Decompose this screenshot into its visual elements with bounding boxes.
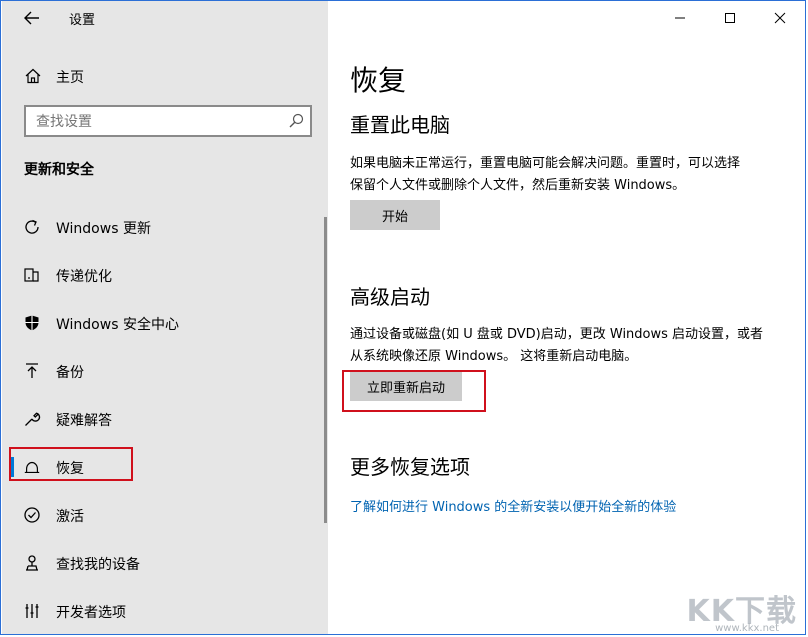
maximize-icon	[725, 13, 735, 23]
sidebar-item-label: 激活	[56, 509, 84, 525]
delivery-optimization-icon	[23, 266, 41, 284]
reset-pc-heading: 重置此电脑	[350, 113, 450, 137]
advanced-startup-heading: 高级启动	[350, 285, 430, 309]
sidebar-item-delivery-optimization[interactable]: 传递优化	[2, 255, 324, 295]
more-recovery-options-heading: 更多恢复选项	[350, 455, 470, 479]
watermark-url: www.kkx.net	[715, 623, 779, 634]
activation-check-icon	[23, 506, 41, 524]
developer-tools-icon	[23, 602, 41, 620]
reset-pc-description-line-2: 保留个人文件或删除个人文件，然后重新安装 Windows。	[350, 178, 686, 193]
main-content: 恢复 重置此电脑 如果电脑未正常运行，重置电脑可能会解决问题。重置时，可以选择 …	[328, 1, 805, 634]
advanced-startup-description-line-2: 从系统映像还原 Windows。 这将重新启动电脑。	[350, 349, 638, 364]
sidebar-item-troubleshoot[interactable]: 疑难解答	[2, 399, 324, 439]
reset-pc-description-line-1: 如果电脑未正常运行，重置电脑可能会解决问题。重置时，可以选择	[350, 156, 741, 171]
sidebar-item-label: Windows 更新	[56, 221, 151, 237]
titlebar-left: 设置	[2, 1, 328, 35]
close-button[interactable]	[755, 1, 805, 35]
app-title: 设置	[69, 13, 96, 28]
advanced-startup-description-line-1: 通过设备或磁盘(如 U 盘或 DVD)启动，更改 Windows 启动设置，或者	[350, 327, 764, 342]
sidebar-item-windows-update[interactable]: Windows 更新	[2, 207, 324, 247]
maximize-button[interactable]	[705, 1, 755, 35]
window-controls	[655, 1, 805, 35]
wrench-icon	[23, 410, 41, 428]
find-device-icon	[23, 554, 41, 572]
backup-upload-icon	[23, 362, 41, 380]
refresh-icon	[23, 218, 41, 236]
recovery-highlight-box	[9, 447, 133, 481]
home-icon	[24, 68, 42, 88]
advanced-startup-description: 通过设备或磁盘(如 U 盘或 DVD)启动，更改 Windows 启动设置，或者…	[350, 324, 790, 368]
back-arrow-icon	[24, 11, 39, 25]
sidebar-item-backup[interactable]: 备份	[2, 351, 324, 391]
sidebar-item-label: 疑难解答	[56, 413, 112, 429]
sidebar-item-find-my-device[interactable]: 查找我的设备	[2, 543, 324, 583]
minimize-button[interactable]	[655, 1, 705, 35]
search-input[interactable]	[34, 111, 278, 133]
section-title: 更新和安全	[24, 162, 94, 178]
page-title: 恢复	[350, 64, 407, 97]
home-nav-item[interactable]: 主页	[2, 59, 328, 93]
sidebar-item-label: 备份	[56, 365, 84, 381]
minimize-icon	[675, 17, 685, 19]
close-icon	[774, 12, 786, 24]
sidebar-item-activation[interactable]: 激活	[2, 495, 324, 535]
sidebar-scrollbar[interactable]	[324, 217, 327, 523]
sidebar-item-label: 开发者选项	[56, 605, 126, 621]
shield-icon	[23, 314, 41, 332]
settings-window: 设置 主页 更新和安全	[0, 0, 806, 635]
reset-pc-description: 如果电脑未正常运行，重置电脑可能会解决问题。重置时，可以选择 保留个人文件或删除…	[350, 153, 790, 197]
back-button[interactable]	[18, 6, 46, 30]
sidebar-item-windows-security[interactable]: Windows 安全中心	[2, 303, 324, 343]
home-label: 主页	[56, 70, 84, 86]
search-box[interactable]	[24, 105, 312, 137]
sidebar-item-developer-options[interactable]: 开发者选项	[2, 591, 324, 631]
sidebar-item-label: 查找我的设备	[56, 557, 140, 573]
search-icon[interactable]	[288, 113, 304, 133]
sidebar: 设置 主页 更新和安全	[2, 1, 328, 634]
restart-highlight-box	[342, 370, 486, 412]
sidebar-item-label: Windows 安全中心	[56, 317, 179, 333]
sidebar-item-label: 传递优化	[56, 269, 112, 285]
fresh-install-link[interactable]: 了解如何进行 Windows 的全新安装以便开始全新的体验	[350, 496, 676, 515]
reset-start-button[interactable]: 开始	[350, 200, 440, 230]
